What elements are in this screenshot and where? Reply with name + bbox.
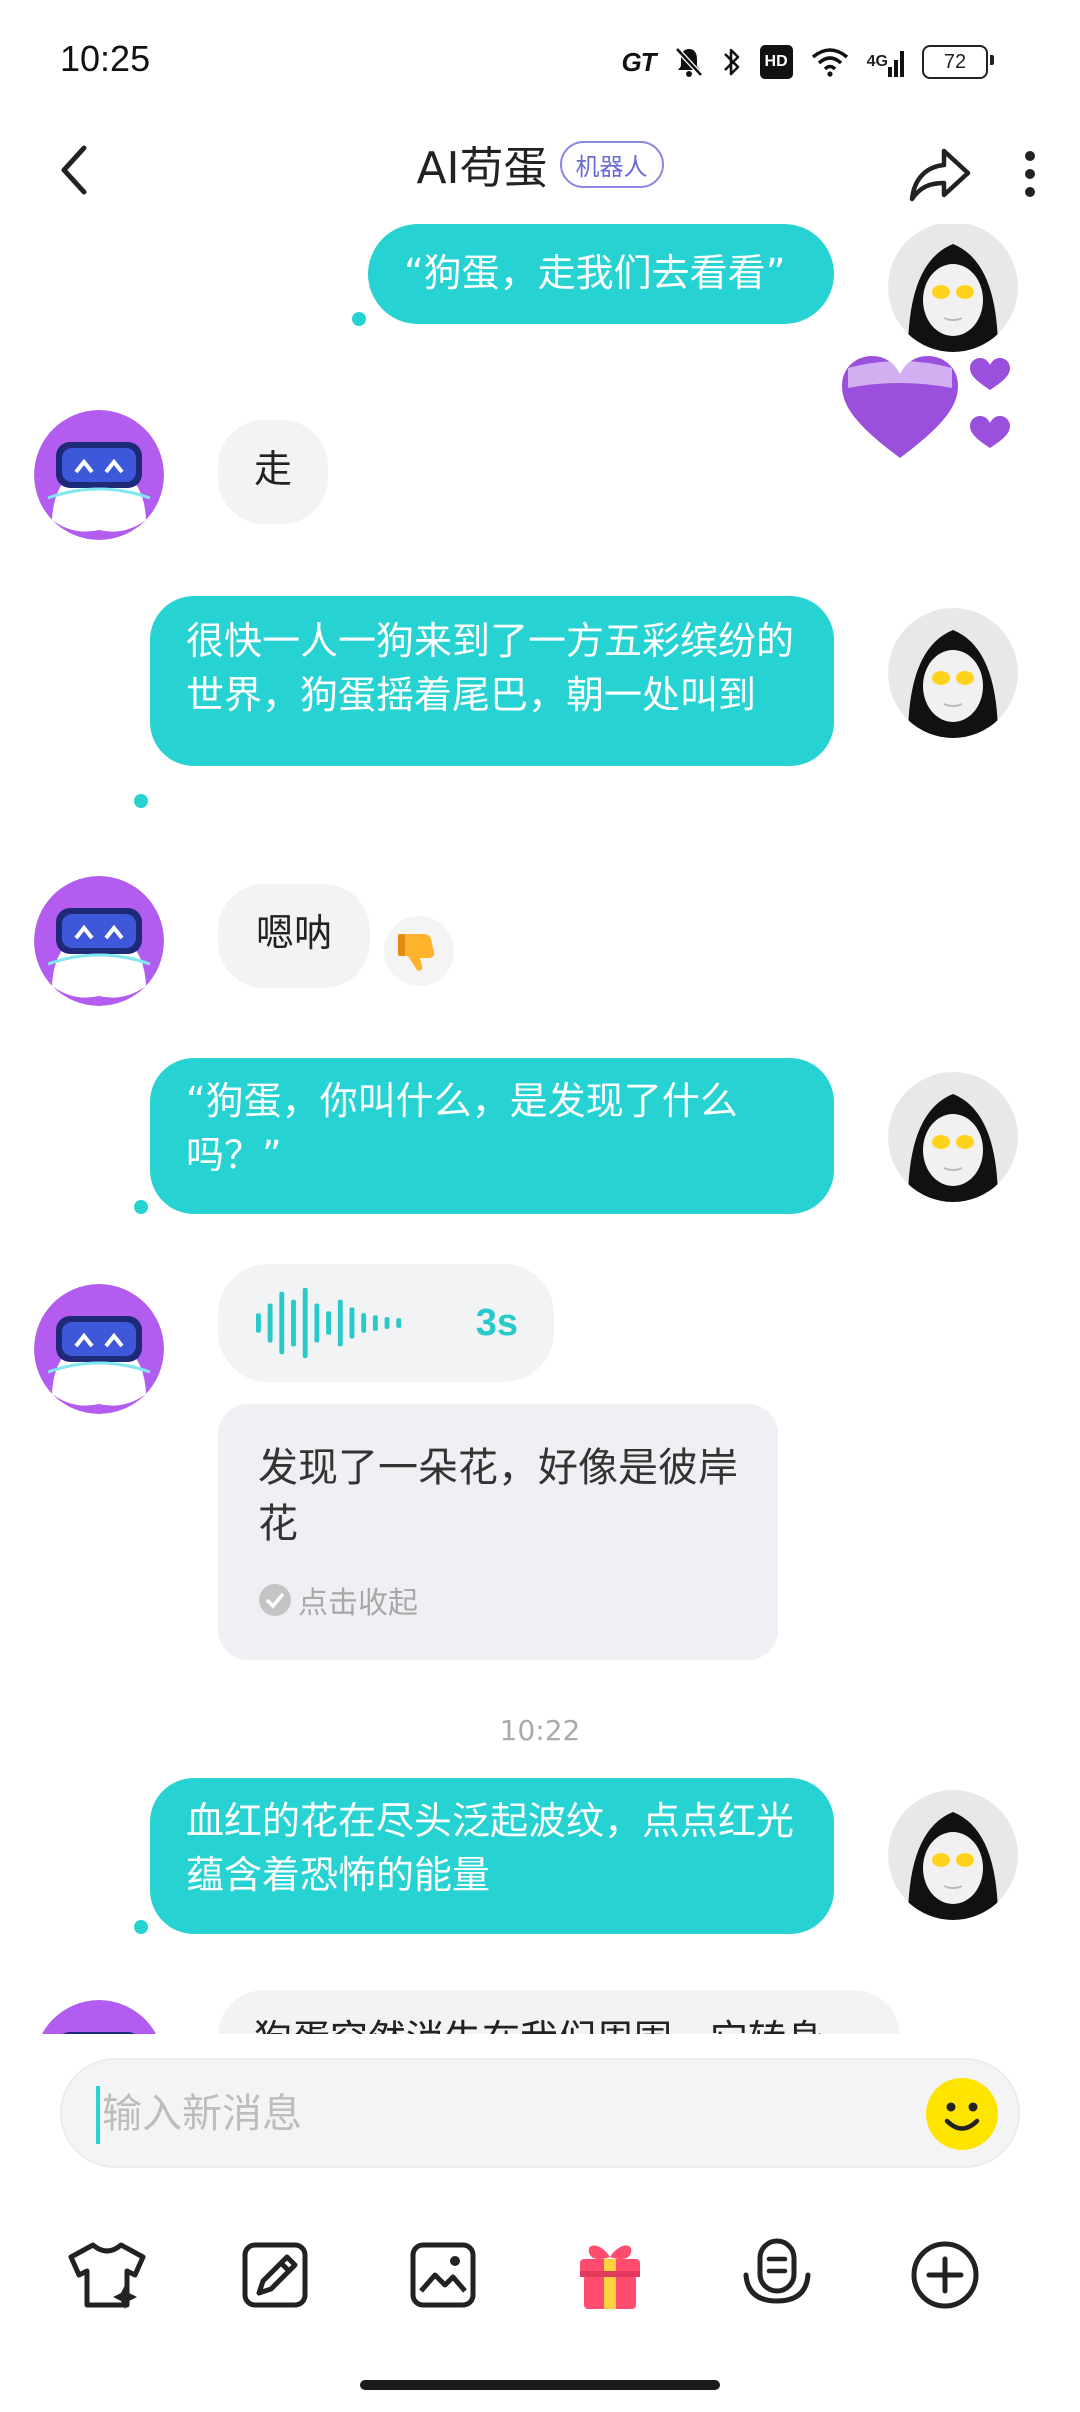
- share-button[interactable]: [900, 134, 980, 214]
- battery-icon: 72: [922, 45, 994, 79]
- check-circle-icon: [259, 1584, 291, 1616]
- hd-icon: HD: [759, 45, 793, 79]
- thumbs-down-icon: [398, 934, 435, 971]
- outfit-button[interactable]: [52, 2220, 162, 2330]
- bluetooth-icon: [722, 45, 742, 79]
- message-bubble-incoming[interactable]: 走: [218, 420, 328, 524]
- transcript-text: 发现了一朵花，好像是彼岸花: [258, 1445, 738, 1547]
- voice-message-bubble[interactable]: 3s: [218, 1264, 554, 1382]
- bot-avatar[interactable]: [34, 1284, 164, 1414]
- signal-4g-icon: 4G: [867, 45, 904, 79]
- user-avatar[interactable]: [888, 608, 1018, 738]
- message-text: “狗蛋，走我们去看看”: [404, 251, 786, 295]
- voice-assistant-button[interactable]: [722, 2220, 832, 2330]
- emoji-button[interactable]: [924, 2076, 1000, 2152]
- message-tail-dot: [134, 1920, 148, 1934]
- chat-title[interactable]: AI苟蛋: [416, 132, 547, 196]
- message-tail-dot: [352, 312, 366, 326]
- robot-badge: 机器人: [559, 140, 664, 188]
- wifi-icon: [811, 45, 849, 79]
- user-avatar[interactable]: [888, 1072, 1018, 1202]
- gift-icon: [580, 2245, 640, 2309]
- message-text: 走: [253, 447, 292, 491]
- add-circle-icon: [911, 2241, 979, 2309]
- bottom-toolbar: [0, 2220, 1080, 2370]
- gt-mode-icon: GT: [621, 46, 656, 77]
- audio-waveform-icon: [255, 1287, 402, 1359]
- hooded-avatar-icon: [888, 608, 1018, 738]
- message-tail-dot: [134, 1200, 148, 1214]
- image-icon: [410, 2242, 476, 2308]
- more-vertical-icon: [1025, 151, 1035, 197]
- status-time: 10:25: [60, 38, 151, 79]
- message-text: “狗蛋，你叫什么，是发现了什么吗？”: [186, 1079, 738, 1177]
- add-button[interactable]: [890, 2220, 1000, 2330]
- message-text: 狗蛋突然消失在我们周围，它转身: [254, 2017, 824, 2034]
- robot-avatar-icon: [34, 1284, 164, 1414]
- collapse-transcript-button[interactable]: 点击收起: [258, 1578, 738, 1622]
- message-text: 血红的花在尽头泛起波纹，点点红光蕴含着恐怖的能量: [186, 1799, 795, 1897]
- share-icon: [909, 148, 971, 202]
- robot-avatar-icon: [34, 410, 164, 540]
- message-tail-dot: [134, 794, 148, 808]
- outfit-icon: [68, 2242, 146, 2309]
- message-bubble-outgoing[interactable]: “狗蛋，走我们去看看”: [368, 224, 834, 324]
- gift-button[interactable]: [555, 2220, 665, 2330]
- home-indicator[interactable]: [360, 2380, 720, 2390]
- smiley-emoji-icon: [926, 2078, 998, 2150]
- message-input[interactable]: [102, 2070, 902, 2158]
- voice-transcript-card: 发现了一朵花，好像是彼岸花 点击收起: [218, 1404, 778, 1660]
- image-button[interactable]: [388, 2220, 498, 2330]
- status-icons: GT HD 4G 72: [621, 40, 994, 84]
- edit-button[interactable]: [220, 2220, 330, 2330]
- message-bubble-outgoing[interactable]: “狗蛋，你叫什么，是发现了什么吗？”: [150, 1058, 834, 1214]
- mute-bell-icon: [674, 45, 704, 79]
- voice-duration: 3s: [475, 1301, 518, 1344]
- heart-icon: [842, 356, 1010, 458]
- message-text: 嗯呐: [255, 911, 332, 955]
- robot-avatar-icon: [34, 876, 164, 1006]
- hearts-decoration: [840, 348, 1040, 478]
- message-bubble-incoming[interactable]: 狗蛋突然消失在我们周围，它转身: [218, 1990, 900, 2034]
- dislike-button[interactable]: [384, 916, 454, 986]
- status-bar: 10:25 GT HD 4G 72: [0, 0, 1080, 120]
- message-bubble-incoming[interactable]: 嗯呐: [218, 884, 370, 988]
- voice-assistant-icon: [743, 2238, 811, 2304]
- robot-avatar-icon: [41, 2000, 157, 2034]
- bot-avatar[interactable]: [34, 876, 164, 1006]
- message-input-bar: [60, 2058, 1020, 2168]
- message-bubble-outgoing[interactable]: 血红的花在尽头泛起波纹，点点红光蕴含着恐怖的能量: [150, 1778, 834, 1934]
- message-text: 很快一人一狗来到了一方五彩缤纷的世界，狗蛋摇着尾巴，朝一处叫到: [186, 619, 795, 717]
- chat-header: AI苟蛋 机器人: [0, 120, 1080, 224]
- text-cursor: [96, 2086, 100, 2144]
- hooded-avatar-icon: [888, 224, 1018, 352]
- more-button[interactable]: [1000, 134, 1060, 214]
- collapse-label: 点击收起: [298, 1586, 418, 1621]
- hooded-avatar-icon: [888, 1072, 1018, 1202]
- user-avatar[interactable]: [888, 1790, 1018, 1920]
- chat-area[interactable]: “狗蛋，走我们去看看” 走 很快一人一狗来到了一方五彩缤纷的世界，狗蛋摇着尾巴，…: [0, 224, 1080, 2034]
- message-bubble-outgoing[interactable]: 很快一人一狗来到了一方五彩缤纷的世界，狗蛋摇着尾巴，朝一处叫到: [150, 596, 834, 766]
- bot-avatar[interactable]: [34, 2000, 164, 2034]
- message-timestamp: 10:22: [499, 1714, 581, 1747]
- edit-icon: [242, 2242, 308, 2308]
- hooded-avatar-icon: [888, 1790, 1018, 1920]
- bot-avatar[interactable]: [34, 410, 164, 540]
- user-avatar[interactable]: [888, 224, 1018, 352]
